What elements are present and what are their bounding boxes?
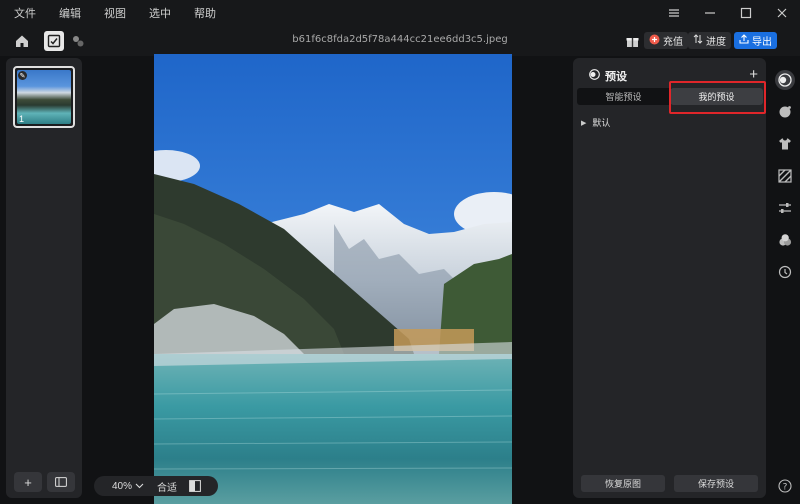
menu-help[interactable]: 帮助 bbox=[194, 5, 216, 21]
chevron-down-icon[interactable] bbox=[135, 481, 144, 492]
preset-panel: 预设 + 智能预设 我的预设 ▶ 默认 恢复原图 保存预设 bbox=[573, 58, 766, 498]
menu-file[interactable]: 文件 bbox=[14, 5, 36, 21]
history-tool-icon[interactable] bbox=[775, 262, 795, 282]
photo bbox=[154, 54, 512, 504]
restore-original-button[interactable]: 恢复原图 bbox=[581, 475, 665, 492]
pencil-icon: ✎ bbox=[18, 71, 27, 80]
thumbnail-index: 1 bbox=[19, 114, 25, 124]
menu-view[interactable]: 视图 bbox=[104, 5, 126, 21]
save-preset-button[interactable]: 保存预设 bbox=[674, 475, 758, 492]
svg-text:?: ? bbox=[783, 483, 788, 493]
add-image-button[interactable]: + bbox=[14, 472, 42, 492]
upload-icon bbox=[739, 34, 749, 47]
toolbar: b61f6c8fda2d5f78a444cc21ee6dd3c5.jpeg 充值… bbox=[0, 26, 800, 56]
highlight-box bbox=[669, 81, 766, 114]
gift-icon[interactable] bbox=[622, 31, 642, 51]
charge-button[interactable]: 充值 bbox=[644, 32, 688, 49]
panel-icon bbox=[55, 475, 67, 490]
preset-group-default[interactable]: ▶ 默认 bbox=[581, 116, 610, 129]
thumbnail-item[interactable]: ✎ 1 bbox=[13, 66, 75, 128]
maximize-icon[interactable] bbox=[728, 0, 764, 26]
preset-icon bbox=[589, 69, 600, 83]
preset-header: 预设 bbox=[589, 68, 627, 84]
charge-icon bbox=[649, 34, 660, 48]
color-tool-icon[interactable] bbox=[775, 102, 795, 122]
help-icon[interactable]: ? bbox=[775, 476, 795, 496]
preset-tool-icon[interactable] bbox=[775, 70, 795, 90]
menu-select[interactable]: 选中 bbox=[149, 5, 171, 21]
progress-button[interactable]: 进度 bbox=[688, 32, 731, 49]
export-button[interactable]: 导出 bbox=[734, 32, 777, 49]
charge-label: 充值 bbox=[663, 37, 683, 48]
sort-icon bbox=[693, 34, 703, 47]
menu-edit[interactable]: 编辑 bbox=[59, 5, 81, 21]
hatch-tool-icon[interactable] bbox=[775, 166, 795, 186]
tab-smart-presets[interactable]: 智能预设 bbox=[577, 88, 670, 105]
shirt-tool-icon[interactable] bbox=[775, 134, 795, 154]
preset-title: 预设 bbox=[605, 71, 627, 83]
compare-icon[interactable] bbox=[189, 480, 201, 492]
minimize-icon[interactable] bbox=[692, 0, 728, 26]
export-label: 导出 bbox=[752, 37, 772, 48]
zoom-bar: 40% 合适 bbox=[94, 476, 218, 496]
window-controls bbox=[656, 0, 800, 26]
thumbnail-panel: ✎ 1 + bbox=[6, 58, 82, 498]
tool-strip: ? bbox=[770, 58, 800, 498]
close-icon[interactable] bbox=[764, 0, 800, 26]
caret-right-icon: ▶ bbox=[581, 119, 587, 127]
fit-button[interactable]: 合适 bbox=[157, 479, 177, 494]
progress-label: 进度 bbox=[706, 37, 726, 48]
zoom-value[interactable]: 40% bbox=[112, 481, 132, 492]
menu-more-icon[interactable] bbox=[656, 0, 692, 26]
preset-group-label: 默认 bbox=[592, 118, 611, 128]
blend-tool-icon[interactable] bbox=[775, 230, 795, 250]
toggle-panel-button[interactable] bbox=[47, 472, 75, 492]
plus-icon: + bbox=[24, 474, 32, 490]
image-canvas[interactable] bbox=[88, 54, 568, 504]
menu-bar: 文件 编辑 视图 选中 帮助 bbox=[0, 0, 800, 26]
adjust-tool-icon[interactable] bbox=[775, 198, 795, 218]
